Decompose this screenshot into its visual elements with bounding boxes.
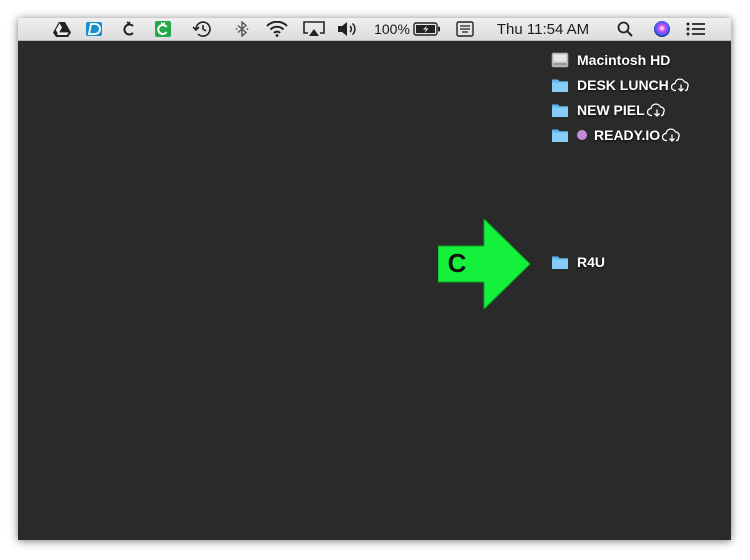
battery-percent[interactable]: 100% (371, 18, 413, 40)
battery-icon[interactable] (412, 18, 442, 40)
desktop-item-label: READY.IO (594, 127, 661, 143)
green-arrow-annotation: C (438, 219, 531, 309)
volume-icon[interactable] (336, 18, 360, 40)
folder-icon (552, 104, 568, 117)
cleanmymac-icon[interactable] (118, 18, 140, 40)
siri-icon[interactable] (651, 18, 673, 40)
bluetooth-icon[interactable] (232, 18, 252, 40)
desktop-screen: 100% Thu 11:54 AM Macintosh HD DESK LUNC… (18, 18, 731, 540)
wifi-icon[interactable] (264, 18, 290, 40)
desktop-item-macintosh-hd[interactable]: Macintosh HD (551, 50, 670, 70)
google-drive-icon[interactable] (51, 18, 73, 40)
airplay-icon[interactable] (302, 18, 326, 40)
desktop-item-desk-lunch[interactable]: DESK LUNCH (551, 75, 691, 95)
desktop-item-label: DESK LUNCH (577, 77, 669, 93)
hard-drive-icon (551, 52, 569, 68)
desktop-item-ready-io[interactable]: READY.IO (551, 125, 682, 145)
notification-center-icon[interactable] (684, 18, 708, 40)
folder-icon (552, 256, 568, 269)
desktop-item-new-piel[interactable]: NEW PIEL (551, 100, 667, 120)
menu-bar: 100% Thu 11:54 AM (18, 18, 731, 41)
desktop-item-label: R4U (577, 254, 606, 270)
time-machine-icon[interactable] (191, 18, 213, 40)
dashlane-icon[interactable] (83, 18, 105, 40)
color-tag-dot (577, 130, 587, 140)
icloud-download-icon[interactable] (646, 103, 667, 117)
cleanshot-icon[interactable] (152, 18, 174, 40)
folder-icon (552, 129, 568, 142)
arrow-letter: C (448, 248, 467, 278)
desktop-item-r4u[interactable]: R4U (551, 252, 605, 272)
desktop-item-label: NEW PIEL (577, 102, 645, 118)
folder-icon (552, 79, 568, 92)
menu-clock[interactable]: Thu 11:54 AM (490, 18, 596, 40)
desktop-item-label: Macintosh HD (577, 52, 671, 68)
spotlight-icon[interactable] (614, 18, 636, 40)
icloud-download-icon[interactable] (662, 128, 682, 142)
keyboard-icon[interactable] (454, 18, 476, 40)
icloud-download-icon[interactable] (670, 78, 691, 92)
